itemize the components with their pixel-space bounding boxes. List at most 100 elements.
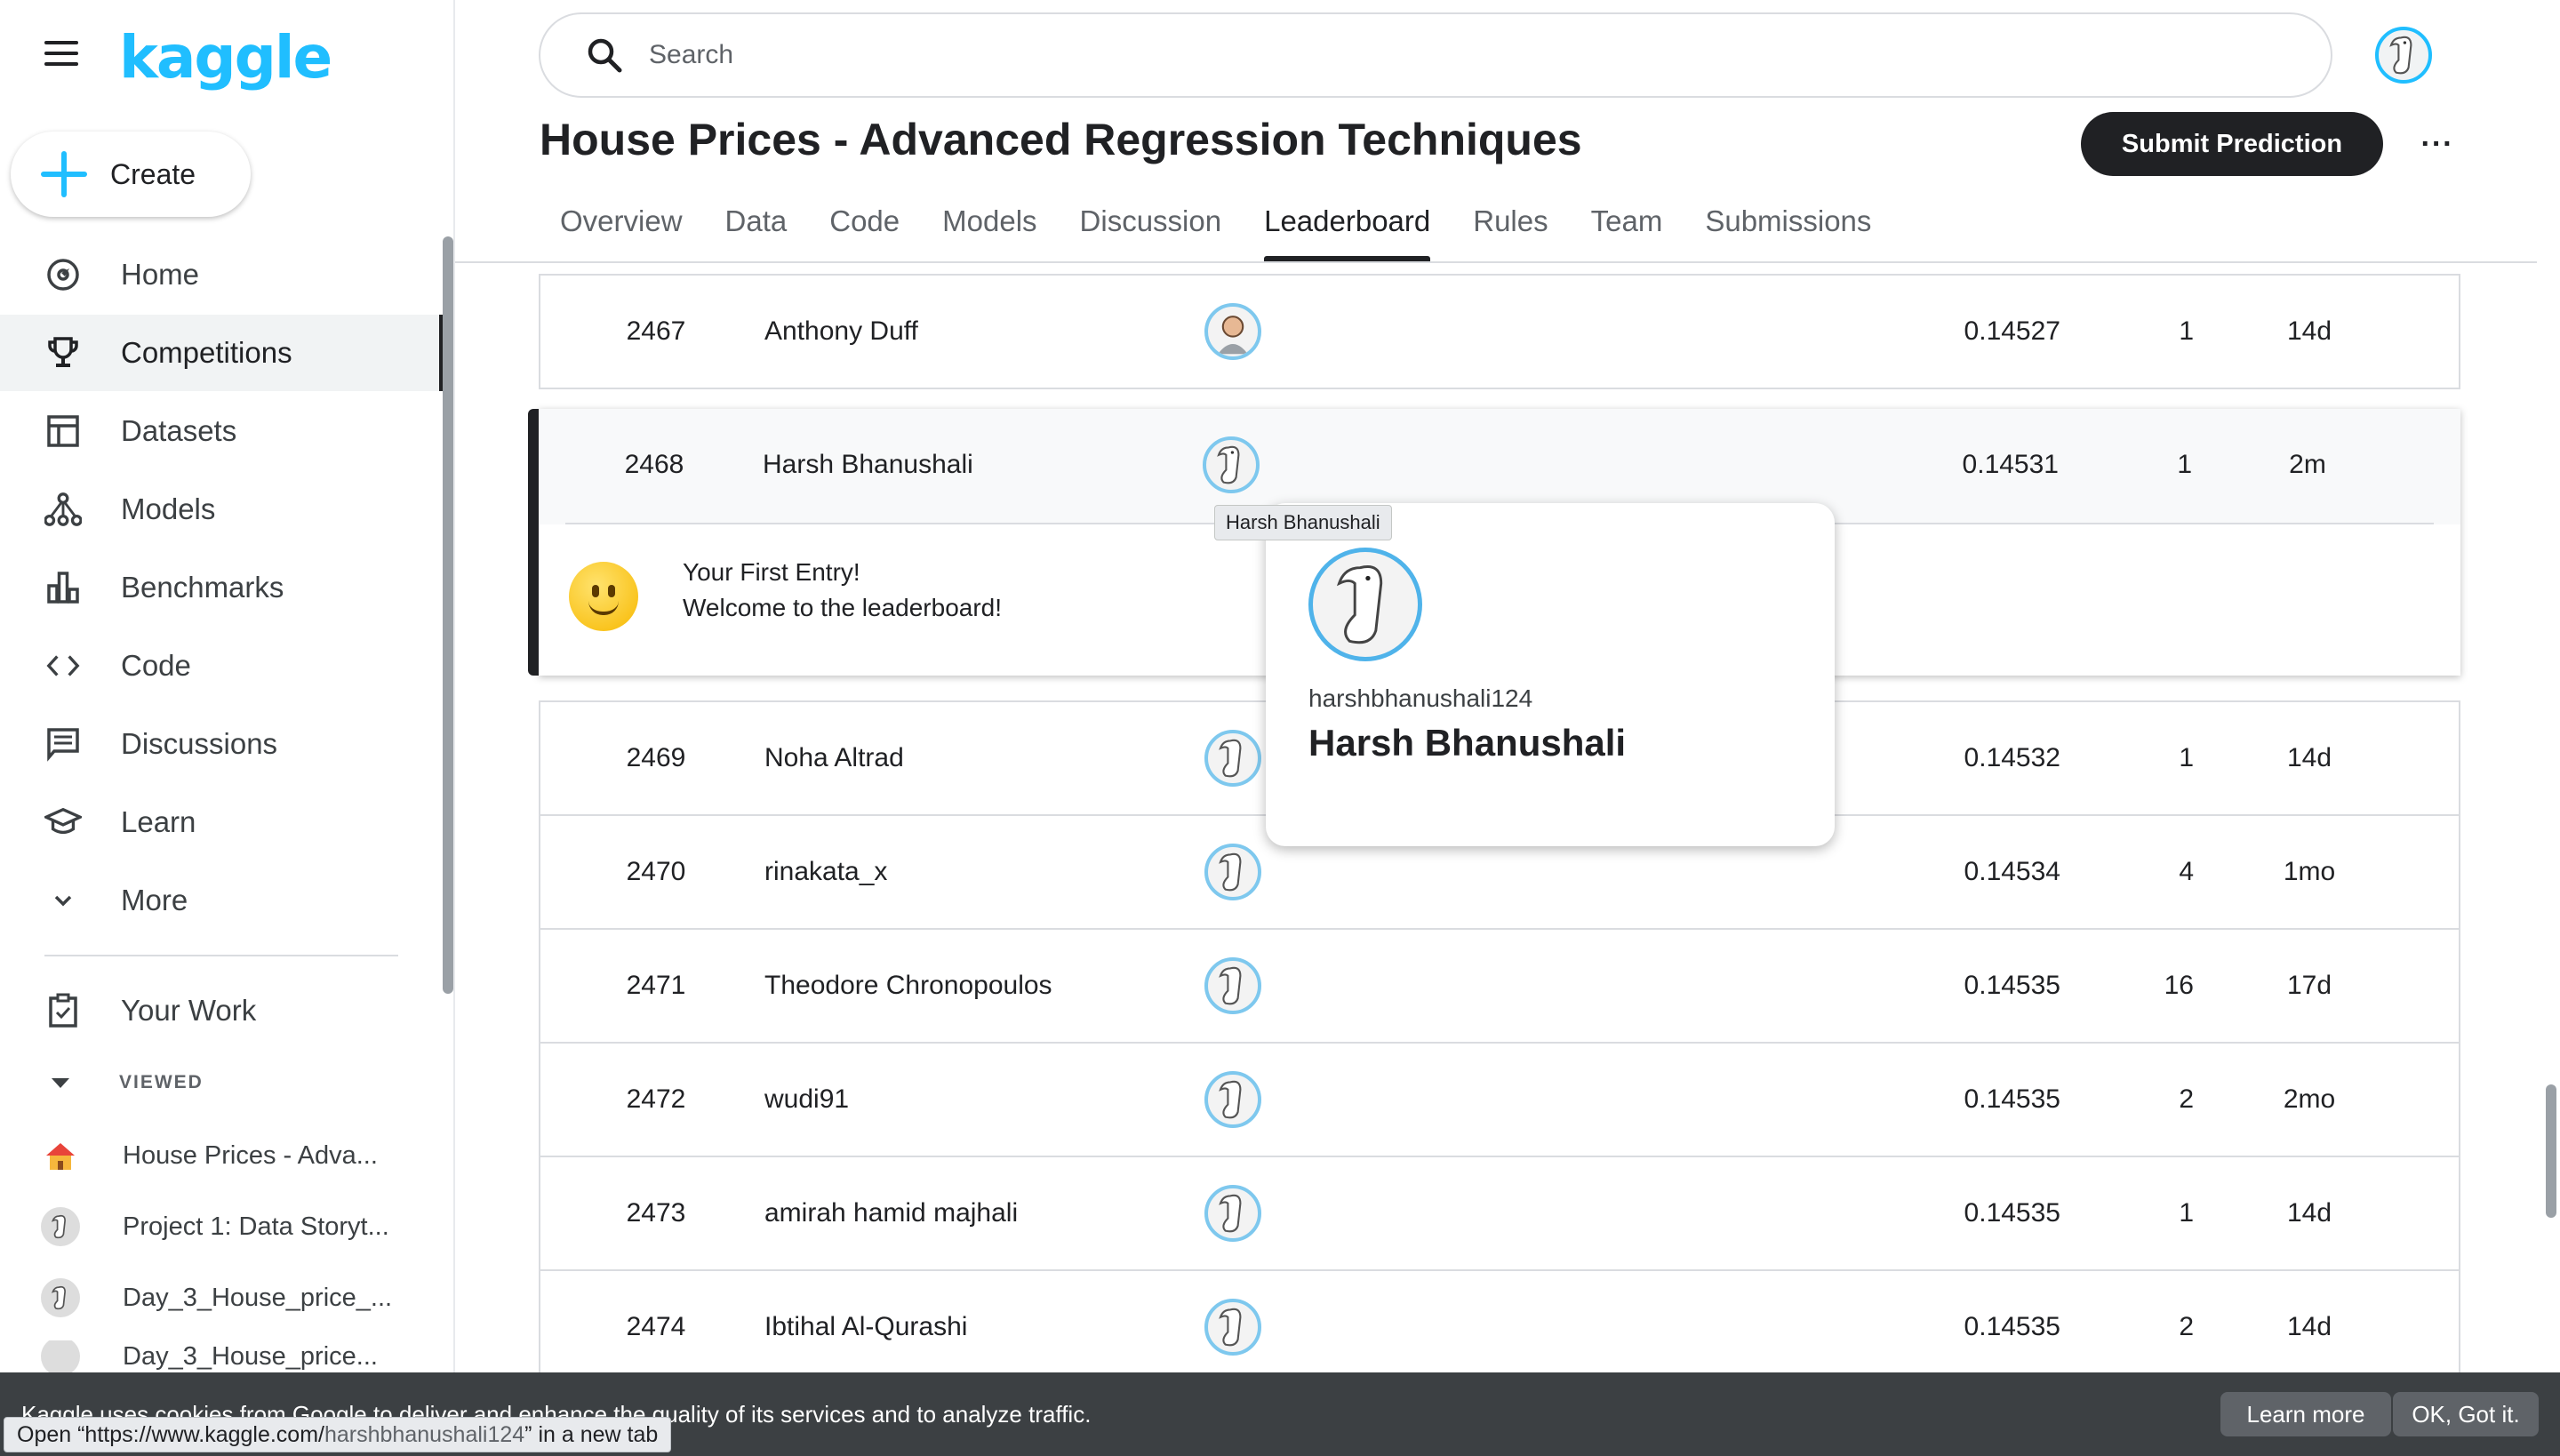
team-name-cell[interactable]: Anthony Duff (764, 276, 1209, 388)
sidebar-item-benchmarks[interactable]: Benchmarks (0, 549, 441, 626)
member-avatar-cell (1202, 1044, 1264, 1156)
last-submission-cell: 2m (2289, 450, 2326, 479)
search-icon (588, 38, 622, 73)
first-entry-message: Your First Entry! Welcome to the leaderb… (683, 555, 1002, 626)
competition-tabs: Overview Data Code Models Discussion Lea… (539, 194, 1892, 261)
viewed-header[interactable]: VIEWED (52, 1072, 204, 1093)
score-cell: 0.14535 (1964, 1198, 2060, 1228)
team-name-cell[interactable]: wudi91 (764, 1044, 1209, 1156)
entries-cell: 1 (2179, 743, 2194, 772)
viewed-item[interactable]: Day_3_House_price_... (41, 1271, 432, 1324)
sidebar-item-your-work[interactable]: Your Work (0, 972, 441, 1049)
sidebar-item-label: Home (121, 258, 200, 291)
member-avatar-cell (1202, 276, 1264, 388)
tab-rules[interactable]: Rules (1452, 194, 1569, 261)
code-icon (44, 647, 82, 684)
popover-username[interactable]: harshbhanushali124 (1308, 684, 1532, 713)
sidebar-item-competitions[interactable]: Competitions (0, 315, 446, 391)
ok-got-it-button[interactable]: OK, Got it. (2393, 1392, 2539, 1436)
sidebar-item-datasets[interactable]: Datasets (0, 393, 441, 469)
goose-avatar-icon[interactable] (1204, 1071, 1261, 1128)
goose-avatar-icon[interactable] (1204, 730, 1261, 787)
tab-data[interactable]: Data (704, 194, 809, 261)
sidebar-item-label: Benchmarks (121, 571, 284, 604)
viewed-item[interactable]: Project 1: Data Storyt... (41, 1200, 432, 1253)
entries-cell: 1 (2179, 316, 2194, 346)
member-avatar-cell (1202, 1271, 1264, 1383)
tab-leaderboard[interactable]: Leaderboard (1243, 194, 1452, 261)
table-row[interactable]: 2471 Theodore Chronopoulos 0.14535 16 17… (539, 928, 2460, 1044)
score-cell: 0.14531 (1962, 450, 2059, 479)
last-submission-cell: 1mo (2283, 857, 2336, 886)
person-avatar-icon[interactable] (1204, 303, 1261, 360)
sidebar-item-discussions[interactable]: Discussions (0, 706, 441, 782)
table-row[interactable]: 2467 Anthony Duff 0.14527 1 14d (539, 274, 2460, 389)
user-profile-popover[interactable]: harshbhanushali124 Harsh Bhanushali (1266, 503, 1835, 846)
table-row[interactable]: 2474 Ibtihal Al-Qurashi 0.14535 2 14d (539, 1269, 2460, 1385)
sidebar-item-label: Models (121, 492, 216, 525)
create-label: Create (110, 157, 196, 190)
entries-cell: 1 (2179, 1198, 2194, 1228)
viewed-item[interactable]: Day_3_House_price... (41, 1340, 432, 1372)
team-name-cell[interactable]: rinakata_x (764, 816, 1209, 928)
avatar-tooltip: Harsh Bhanushali (1214, 505, 1392, 540)
sidebar-item-learn[interactable]: Learn (0, 784, 441, 860)
sidebar-item-more[interactable]: More (0, 862, 441, 939)
tab-models[interactable]: Models (921, 194, 1058, 261)
goose-avatar-icon[interactable] (1308, 548, 1422, 661)
user-avatar[interactable] (2375, 27, 2432, 84)
sidebar-item-models[interactable]: Models (0, 471, 441, 548)
learn-more-button[interactable]: Learn more (2220, 1392, 2391, 1436)
page-scrollbar[interactable] (2546, 1084, 2556, 1218)
sidebar-item-label: Code (121, 649, 191, 682)
goose-avatar-icon[interactable] (1204, 844, 1261, 900)
entries-cell: 1 (2177, 450, 2192, 479)
entries-cell: 2 (2179, 1084, 2194, 1114)
goose-avatar-icon (41, 1340, 80, 1372)
kaggle-logo[interactable]: kaggle (119, 23, 332, 92)
search-input[interactable] (649, 40, 2249, 70)
goose-avatar-icon[interactable] (1204, 1299, 1261, 1356)
more-options-icon[interactable]: ··· (2418, 124, 2457, 164)
discussion-icon (44, 725, 82, 763)
sidebar-item-home[interactable]: Home (0, 236, 441, 313)
score-cell: 0.14527 (1964, 316, 2060, 346)
rank-cell: 2468 (624, 450, 684, 479)
team-name-cell[interactable]: amirah hamid majhali (764, 1157, 1209, 1269)
create-button[interactable]: Create (11, 132, 251, 217)
table-row[interactable]: 2472 wudi91 0.14535 2 2mo (539, 1042, 2460, 1157)
tabs-divider (455, 261, 2537, 263)
goose-avatar-icon (2389, 36, 2412, 75)
score-cell: 0.14535 (1964, 971, 2060, 1000)
team-name-cell[interactable]: Ibtihal Al-Qurashi (764, 1271, 1209, 1383)
last-submission-cell: 17d (2286, 971, 2332, 1000)
chevron-down-icon (44, 882, 82, 919)
viewed-item[interactable]: House Prices - Adva... (41, 1129, 432, 1182)
search-bar[interactable] (539, 12, 2332, 98)
table-row[interactable]: 2473 amirah hamid majhali 0.14535 1 14d (539, 1156, 2460, 1271)
status-prefix: Open “https://www.kaggle.com/ (17, 1421, 324, 1447)
page-title: House Prices - Advanced Regression Techn… (540, 115, 1582, 164)
goose-avatar-icon[interactable] (1204, 1185, 1261, 1242)
first-entry-subtitle: Welcome to the leaderboard! (683, 594, 1003, 621)
tab-discussion[interactable]: Discussion (1059, 194, 1244, 261)
smiley-emoji-icon (569, 562, 638, 631)
status-suffix: ” in a new tab (524, 1421, 659, 1447)
popover-display-name[interactable]: Harsh Bhanushali (1308, 722, 1626, 764)
tab-submissions[interactable]: Submissions (1684, 194, 1892, 261)
viewed-item-label: Day_3_House_price... (123, 1341, 378, 1371)
last-submission-cell: 14d (2286, 316, 2332, 346)
menu-icon[interactable] (44, 41, 82, 69)
team-name-cell[interactable]: Theodore Chronopoulos (764, 930, 1209, 1042)
sidebar-scrollbar[interactable] (443, 236, 453, 994)
table-icon (44, 412, 82, 450)
goose-avatar-icon[interactable] (1204, 957, 1261, 1014)
sidebar-item-code[interactable]: Code (0, 628, 441, 704)
team-name-cell[interactable]: Noha Altrad (764, 702, 1209, 814)
submit-prediction-button[interactable]: Submit Prediction (2081, 112, 2383, 176)
tab-team[interactable]: Team (1570, 194, 1684, 261)
tab-overview[interactable]: Overview (539, 194, 704, 261)
team-name-cell[interactable]: Harsh Bhanushali (763, 409, 1207, 521)
goose-avatar-icon[interactable] (1203, 436, 1260, 493)
tab-code[interactable]: Code (808, 194, 921, 261)
